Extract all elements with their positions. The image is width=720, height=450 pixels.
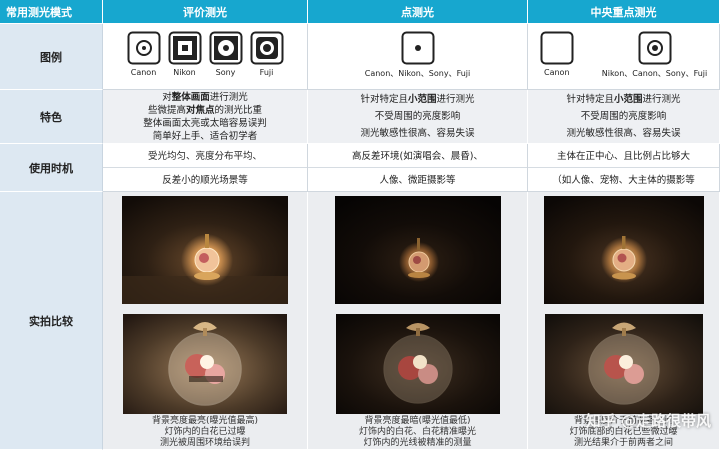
nikon-matrix-icon: [168, 31, 201, 65]
legend-evaluative: Canon Nikon Sony Fuji: [103, 24, 308, 90]
legend-center: Canon Nikon、Canon、Sony、Fuji: [528, 24, 720, 90]
features-spot-line3: 测光敏感性很高、容易失误: [360, 128, 475, 139]
metering-comparison-table: 常用测光模式 评价测光 点测光 中央重点测光 图例 Canon Nikon So…: [0, 0, 720, 450]
features-spot: 针对特定且小范围进行测光 不受周围的亮度影响 测光敏感性很高、容易失误: [308, 90, 528, 144]
legend-center-canon: Canon: [540, 31, 574, 77]
spot-metering-icon: [401, 31, 434, 65]
features-evaluative-line1: 对整体画面进行测光: [162, 91, 248, 103]
canon-evaluative-icon: [127, 31, 160, 65]
legend-sony: Sony: [209, 31, 243, 77]
timing-spot-line1: 高反差环境(如演唱会、晨昏)、: [308, 144, 527, 168]
compare-spot: 背景亮度最暗(曝光值最低) 灯饰内的白花、白花精准曝光 灯饰内的光线被精准的测量: [308, 192, 528, 450]
compare-evaluative: 背景亮度最亮(曝光值最高) 灯饰内的白花已过曝 测光被周围环境给误判: [103, 192, 308, 450]
features-evaluative-line2: 些微提高对焦点的测光比重: [147, 104, 263, 116]
timing-spot-line2: 人像、微距摄影等: [379, 175, 456, 187]
photo-center-wide: [543, 196, 704, 304]
features-center-line3: 测光敏感性很高、容易失误: [566, 128, 681, 139]
row-features-label: 特色: [0, 90, 103, 144]
timing-center-line1: 主体在正中心、且比例占比够大: [528, 144, 719, 168]
row-legend-label: 图例: [0, 24, 103, 90]
timing-evaluative-line1: 受光均匀、亮度分布平均、: [103, 144, 307, 168]
photo-spot-wide: [334, 196, 501, 304]
legend-center-canon-label: Canon: [543, 68, 570, 77]
timing-evaluative: 受光均匀、亮度分布平均、 反差小的顺光场景等: [103, 144, 308, 192]
features-evaluative: 对整体画面进行测光 些微提高对焦点的测光比重 整体画面太亮或太暗容易误判 简单好…: [103, 90, 308, 144]
features-center-line2: 不受周围的亮度影响: [580, 111, 667, 122]
canon-center-weighted-icon: [540, 31, 574, 65]
header-spot: 点测光: [308, 0, 528, 24]
legend-center-others-label: Nikon、Canon、Sony、Fuji: [601, 69, 708, 78]
photo-center-close: [544, 314, 703, 414]
legend-spot: Canon、Nikon、Sony、Fuji: [308, 24, 528, 90]
sony-multi-icon: [209, 31, 242, 65]
legend-sony-label: Sony: [215, 68, 236, 77]
header-center: 中央重点测光: [528, 0, 720, 24]
timing-spot: 高反差环境(如演唱会、晨昏)、 人像、微距摄影等: [308, 144, 528, 192]
features-spot-line2: 不受周围的亮度影响: [374, 111, 461, 122]
features-evaluative-line4: 简单好上手、适合初学者: [152, 130, 258, 142]
row-compare-label: 实拍比较: [0, 192, 103, 450]
legend-fuji-label: Fuji: [259, 68, 274, 77]
timing-evaluative-line2: 反差小的顺光场景等: [162, 175, 248, 187]
legend-canon: Canon: [127, 31, 161, 77]
photo-spot-close: [335, 314, 500, 414]
legend-center-others: Nikon、Canon、Sony、Fuji: [601, 31, 708, 79]
header-evaluative: 评价测光: [103, 0, 308, 24]
legend-nikon-label: Nikon: [173, 68, 196, 77]
legend-spot-label: Canon、Nikon、Sony、Fuji: [364, 69, 471, 78]
features-center: 针对特定且小范围进行测光 不受周围的亮度影响 测光敏感性很高、容易失误: [528, 90, 720, 144]
caption-spot: 背景亮度最暗(曝光值最低) 灯饰内的白花、白花精准曝光 灯饰内的光线被精准的测量: [358, 416, 476, 448]
legend-fuji: Fuji: [250, 31, 284, 77]
legend-canon-label: Canon: [130, 68, 157, 77]
caption-evaluative: 背景亮度最亮(曝光值最高) 灯饰内的白花已过曝 测光被周围环境给误判: [151, 416, 259, 448]
header-mode: 常用测光模式: [0, 0, 103, 24]
compare-center: 背景亮度介于前两者之间 灯饰底部的白花已些微过曝 测光结果介于前两者之间 知乎 …: [528, 192, 720, 450]
legend-spot-item: Canon、Nikon、Sony、Fuji: [364, 31, 471, 79]
photo-evaluative-wide: [122, 196, 288, 304]
legend-nikon: Nikon: [168, 31, 202, 77]
row-timing-label: 使用时机: [0, 144, 103, 192]
photo-evaluative-close: [123, 314, 287, 414]
timing-center: 主体在正中心、且比例占比够大 （如人像、宠物、大主体的摄影等: [528, 144, 720, 192]
timing-center-line2: （如人像、宠物、大主体的摄影等: [552, 175, 695, 187]
features-spot-line1: 针对特定且小范围进行测光: [360, 94, 475, 105]
center-weighted-icon: [638, 31, 671, 65]
fuji-multi-icon: [250, 31, 283, 65]
watermark: 知乎 @走路很带风: [585, 412, 711, 430]
features-center-line1: 针对特定且小范围进行测光: [566, 94, 681, 105]
features-evaluative-line3: 整体画面太亮或太暗容易误判: [143, 117, 267, 129]
